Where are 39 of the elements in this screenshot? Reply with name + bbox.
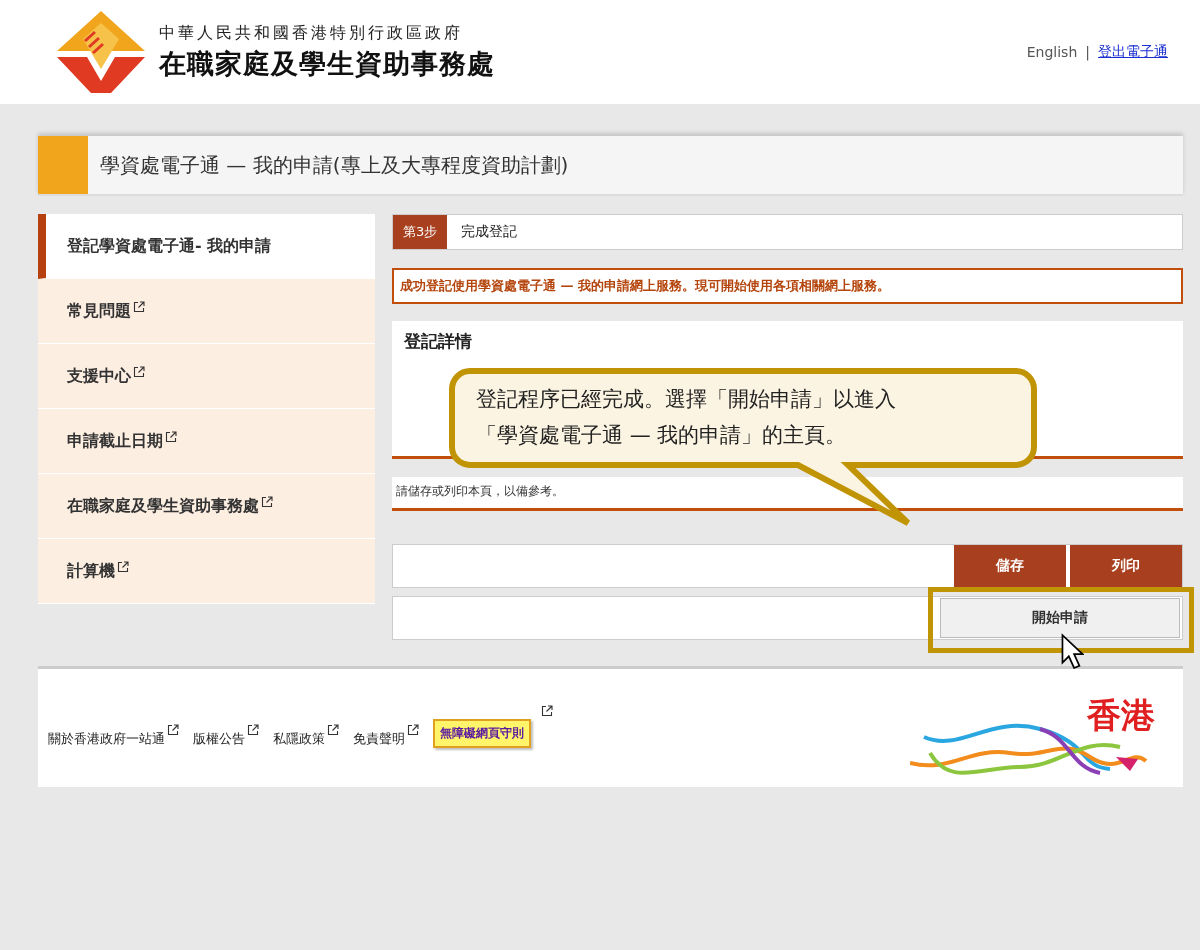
footer-link[interactable]: 免責聲明 (353, 724, 405, 748)
sidebar-item[interactable]: 計算機 (38, 539, 375, 604)
external-link-icon (407, 724, 419, 736)
details-heading: 登記詳情 (404, 330, 473, 353)
sidebar-item[interactable]: 登記學資處電子通- 我的申請 (38, 214, 375, 279)
logo-icon (55, 9, 147, 95)
external-link-icon (165, 431, 177, 443)
note-text: 請儲存或列印本頁，以備參考。 (392, 477, 1183, 511)
action-button[interactable]: 儲存 (954, 545, 1066, 587)
footer-link[interactable]: 版權公告 (193, 724, 245, 748)
action-button[interactable]: 列印 (1070, 545, 1182, 587)
language-link[interactable]: English (1026, 44, 1078, 60)
external-link-icon (133, 301, 145, 313)
footer-link[interactable]: 關於香港政府一站通 (48, 724, 165, 748)
separator-text: | (1085, 44, 1090, 60)
logout-link[interactable]: 登出電子通 (1098, 43, 1168, 61)
external-link-icon (541, 705, 553, 717)
start-button[interactable]: 開始申請 (940, 598, 1180, 638)
external-link-icon (117, 561, 129, 573)
external-link-icon (167, 724, 179, 736)
sidebar-item[interactable]: 支援中心 (38, 344, 375, 409)
step-label: 完成登記 (461, 223, 518, 241)
callout-text: 登記程序已經完成。選擇「開始申請」以進入 「學資處電子通 — 我的申請」的主頁。 (476, 386, 896, 449)
brand-text: 香港 (1087, 694, 1155, 737)
title-accent (38, 136, 88, 194)
government-name: 中華人民共和國香港特別行政區政府 (159, 22, 464, 44)
success-message: 成功登記使用學資處電子通 — 我的申請網上服務。現可開始使用各項相關網上服務。 (392, 268, 1183, 304)
footer-link[interactable]: 私隱政策 (273, 724, 325, 748)
step-badge: 第3步 (393, 215, 448, 249)
external-link-icon (133, 366, 145, 378)
sidebar-item[interactable]: 申請截止日期 (38, 409, 375, 474)
agency-name: 在職家庭及學生資助事務處 (159, 46, 495, 81)
external-link-icon (327, 724, 339, 736)
page-title: 學資處電子通 — 我的申請(專上及大專程度資助計劃) (99, 151, 569, 179)
external-link-icon (261, 496, 273, 508)
footer-link[interactable]: 無障礙網頁守則 (433, 719, 531, 748)
sidebar-item[interactable]: 常見問題 (38, 279, 375, 344)
sidebar-item[interactable]: 在職家庭及學生資助事務處 (38, 474, 375, 539)
external-link-icon (247, 724, 259, 736)
